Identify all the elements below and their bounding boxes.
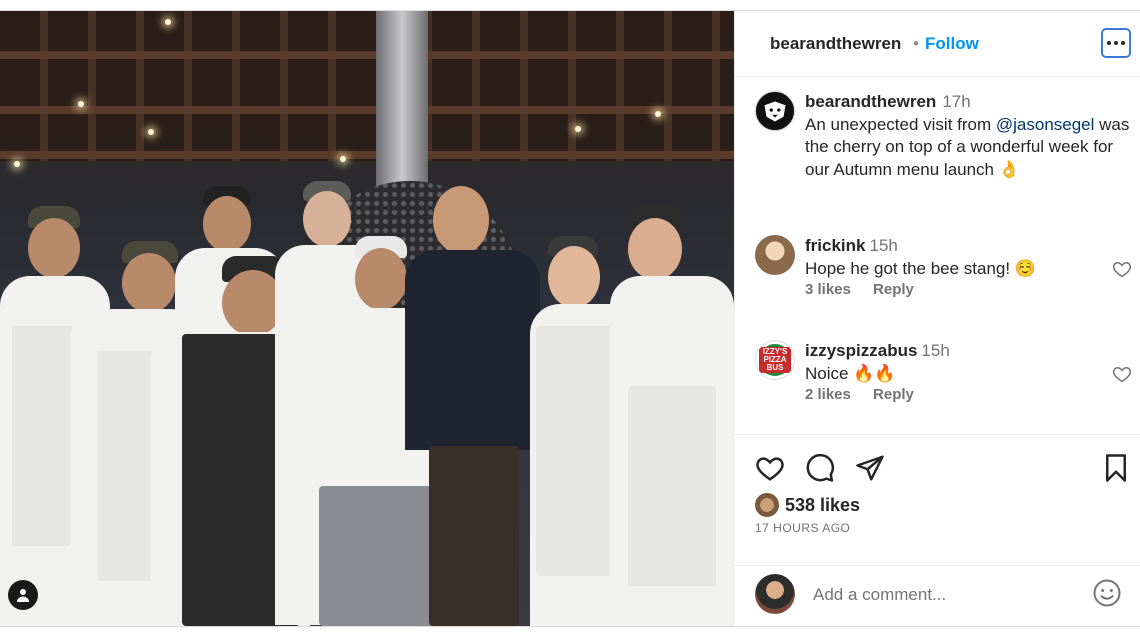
comment-text: izzyspizzabus 15h Noice 🔥🔥 (805, 340, 1105, 385)
posted-time: 17 HOURS AGO (755, 521, 851, 535)
like-comment-icon[interactable] (1112, 364, 1132, 384)
ceiling-light (148, 129, 154, 135)
comment-meta: 3 likes Reply (805, 281, 932, 298)
more-options-icon[interactable] (1101, 28, 1131, 58)
bookmark-icon[interactable] (1101, 453, 1131, 483)
caption-time: 17h (942, 92, 971, 111)
add-comment-bar (735, 565, 1140, 626)
caption-mention[interactable]: @jasonsegel (996, 115, 1095, 134)
oven-chimney (376, 11, 428, 186)
viewer-avatar (755, 574, 795, 614)
comment-likes[interactable]: 2 likes (805, 386, 851, 403)
comment-time: 15h (869, 236, 898, 255)
avatar-logo-text: IZZY'S PIZZA BUS (759, 347, 791, 373)
ceiling-light (340, 156, 346, 162)
comment-username[interactable]: izzyspizzabus (805, 341, 917, 360)
caption-text: bearandthewren 17h An unexpected visit fr… (805, 91, 1135, 181)
ceiling-beam (0, 51, 734, 59)
post-actions: 538 likes 17 HOURS AGO (735, 434, 1140, 627)
bear-logo-icon (756, 92, 794, 130)
comment-meta: 2 likes Reply (805, 386, 932, 403)
ceiling (0, 11, 734, 161)
add-comment-input[interactable] (811, 584, 1075, 606)
comment-icon[interactable] (805, 453, 835, 483)
comment-body: Noice 🔥🔥 (805, 363, 896, 383)
follow-button[interactable]: Follow (925, 34, 979, 54)
likes-row[interactable]: 538 likes (755, 493, 860, 517)
commenter-avatar[interactable] (755, 235, 795, 275)
post-frame: bearandthewren • Follow bearandthewren 17… (0, 10, 1140, 627)
tagged-users-icon[interactable] (8, 580, 38, 610)
reply-button[interactable]: Reply (873, 281, 914, 298)
ceiling-light (575, 126, 581, 132)
ceiling-light (165, 19, 171, 25)
person (405, 186, 540, 626)
post-header: bearandthewren • Follow (735, 11, 1140, 77)
reply-button[interactable]: Reply (873, 386, 914, 403)
ceiling-light (14, 161, 20, 167)
like-comment-icon[interactable] (1112, 259, 1132, 279)
comment-time: 15h (921, 341, 950, 360)
ceiling-beam (0, 151, 734, 159)
comment-body: Hope he got the bee stang! ☺️ (805, 258, 1036, 278)
post-side-panel: bearandthewren • Follow bearandthewren 17… (734, 11, 1140, 626)
ceiling-light (655, 111, 661, 117)
person (610, 206, 734, 626)
header-separator: • (913, 34, 919, 53)
caption-username[interactable]: bearandthewren (805, 92, 936, 111)
comment-text: frickink 15h Hope he got the bee stang! ☺… (805, 235, 1105, 280)
comment-likes[interactable]: 3 likes (805, 281, 851, 298)
liker-avatar (755, 493, 779, 517)
comment-username[interactable]: frickink (805, 236, 865, 255)
author-avatar[interactable] (755, 91, 795, 131)
likes-count[interactable]: 538 likes (785, 495, 860, 516)
emoji-icon[interactable] (1092, 578, 1122, 608)
heart-icon[interactable] (755, 453, 785, 483)
share-icon[interactable] (855, 453, 885, 483)
caption-text-before: An unexpected visit from (805, 114, 996, 134)
ceiling-beam (0, 106, 734, 114)
header-username[interactable]: bearandthewren (770, 34, 901, 54)
commenter-avatar[interactable]: IZZY'S PIZZA BUS (755, 340, 795, 380)
pizza-bus-logo: IZZY'S PIZZA BUS (759, 344, 791, 376)
post-photo[interactable] (0, 11, 734, 626)
ceiling-light (78, 101, 84, 107)
